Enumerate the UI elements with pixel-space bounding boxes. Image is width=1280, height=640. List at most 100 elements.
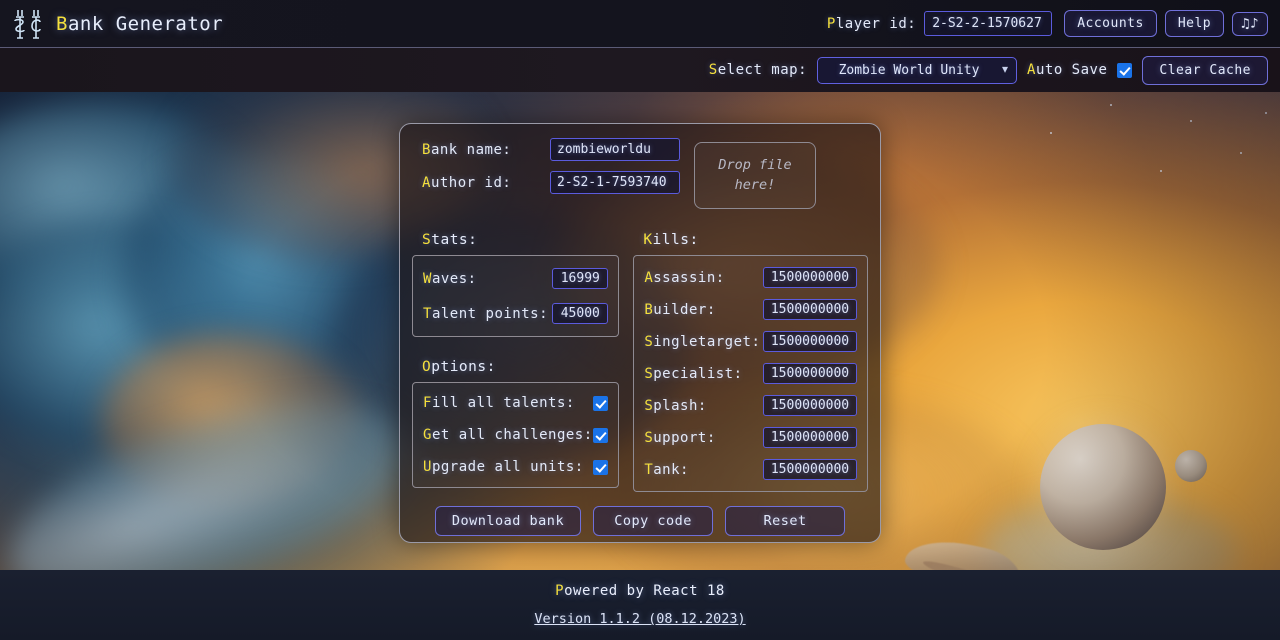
auto-save-checkbox[interactable] <box>1117 62 1133 78</box>
get-challenges-label: Get all challenges: <box>423 427 593 443</box>
map-select[interactable]: Zombie World Unity <box>817 56 1018 84</box>
option-row: Get all challenges: <box>423 427 609 443</box>
panel-columns: Stats: Waves: Talent points: Options: Fi… <box>412 232 868 492</box>
file-dropzone[interactable]: Drop file here! <box>694 142 816 209</box>
select-map-label: Select map: <box>709 62 807 78</box>
upgrade-units-label-text: pgrade all units: <box>431 459 584 475</box>
footer: Powered by React 18 Version 1.1.2 (08.12… <box>0 570 1280 640</box>
splash-input[interactable] <box>763 395 857 416</box>
copy-code-button[interactable]: Copy code <box>593 506 714 536</box>
author-id-row: Author id: <box>422 171 680 194</box>
kill-row: Specialist: <box>644 363 857 384</box>
auto-save-label: Auto Save <box>1027 62 1107 78</box>
download-bank-button[interactable]: Download bank <box>434 506 582 536</box>
fill-all-talents-checkbox[interactable] <box>593 395 609 411</box>
tank-label: Tank: <box>644 462 689 478</box>
clear-cache-button[interactable]: Clear Cache <box>1142 55 1268 85</box>
upgrade-units-label: Upgrade all units: <box>423 459 584 475</box>
top-header-bar: Bank Generator Player id: Accounts Help … <box>0 0 1280 48</box>
assassin-input[interactable] <box>763 267 857 288</box>
fill-talents-label-initial: F <box>423 395 432 411</box>
specialist-input[interactable] <box>763 363 857 384</box>
app-root: Bank Generator Player id: Accounts Help … <box>0 0 1280 640</box>
page-title: Bank Generator <box>56 13 223 35</box>
bank-name-input[interactable] <box>550 138 680 161</box>
upgrade-all-units-checkbox[interactable] <box>593 459 609 475</box>
dropzone-text: Drop file here! <box>718 156 791 195</box>
singletarget-label-initial: S <box>644 333 654 350</box>
map-select-wrapper: Zombie World Unity ▼ <box>817 56 1018 84</box>
get-challenges-label-initial: G <box>423 427 432 443</box>
panel-actions: Download bank Copy code Reset <box>412 506 868 536</box>
talent-points-input[interactable] <box>552 303 609 324</box>
kills-heading-text: ills: <box>652 232 699 248</box>
talent-points-label-text: alent points: <box>431 305 549 322</box>
stats-box: Waves: Talent points: <box>412 255 620 337</box>
title-text: ank Generator <box>67 12 224 35</box>
singletarget-label-text: ingletarget: <box>653 333 761 350</box>
title-initial: B <box>56 12 68 35</box>
get-all-challenges-checkbox[interactable] <box>593 427 609 443</box>
builder-input[interactable] <box>763 299 857 320</box>
specialist-label-initial: S <box>644 365 654 382</box>
dropzone-line1: Drop file <box>718 156 792 173</box>
upgrade-units-label-initial: U <box>423 459 432 475</box>
author-id-label-initial: A <box>422 174 431 191</box>
option-row: Upgrade all units: <box>423 459 609 475</box>
help-button[interactable]: Help <box>1164 10 1225 37</box>
stat-row: Waves: <box>423 268 609 289</box>
waves-label-initial: W <box>423 270 432 287</box>
fill-talents-label: Fill all talents: <box>423 395 575 411</box>
auto-save-label-initial: A <box>1027 62 1036 78</box>
waves-label-text: aves: <box>431 270 477 287</box>
specialist-label: Specialist: <box>644 366 742 382</box>
version-link[interactable]: Version 1.1.2 (08.12.2023) <box>534 611 745 627</box>
bank-name-label-text: ank name: <box>430 141 512 158</box>
kills-heading: Kills: <box>643 232 868 248</box>
select-map-label-text: elect map: <box>717 62 808 78</box>
music-icon[interactable]: ♫♪ <box>1232 11 1268 36</box>
tank-label-initial: T <box>644 461 654 478</box>
kill-row: Tank: <box>644 459 857 480</box>
bank-name-row: Bank name: <box>422 138 680 161</box>
tank-label-text: ank: <box>653 461 689 478</box>
talent-points-label: Talent points: <box>423 305 548 322</box>
tank-input[interactable] <box>763 459 857 480</box>
assassin-label-initial: A <box>644 269 654 286</box>
support-label-text: upport: <box>653 429 716 446</box>
waves-input[interactable] <box>552 268 609 289</box>
stats-heading-initial: S <box>422 232 432 248</box>
get-challenges-label-text: et all challenges: <box>431 427 593 443</box>
kills-column: Kills: Assassin: Builder: Singletarget: <box>633 232 868 492</box>
splash-label-text: plash: <box>653 397 707 414</box>
author-id-input[interactable] <box>550 171 680 194</box>
options-heading: Options: <box>422 359 619 375</box>
player-id-input[interactable] <box>924 11 1053 36</box>
identity-section: Bank name: Author id: Drop file here! <box>412 138 868 209</box>
options-heading-initial: O <box>422 359 432 375</box>
powered-by-initial: P <box>555 583 565 599</box>
powered-by-text: Powered by React 18 <box>555 583 725 599</box>
support-label-initial: S <box>644 429 654 446</box>
bank-generator-panel: Bank name: Author id: Drop file here! Sta… <box>399 123 881 543</box>
author-id-label-text: uthor id: <box>430 174 512 191</box>
auto-save-label-text: uto Save <box>1035 62 1108 78</box>
assassin-label-text: ssassin: <box>653 269 725 286</box>
identity-fields: Bank name: Author id: <box>412 138 680 209</box>
reset-button[interactable]: Reset <box>725 506 846 536</box>
powered-by-rest: owered by React 18 <box>564 583 725 599</box>
builder-label-initial: B <box>644 301 654 318</box>
kill-row: Assassin: <box>644 267 857 288</box>
player-id-label-text: layer id: <box>835 15 917 32</box>
splash-label: Splash: <box>644 398 707 414</box>
talent-points-label-initial: T <box>423 305 432 322</box>
builder-label-text: uilder: <box>653 301 716 318</box>
support-input[interactable] <box>763 427 857 448</box>
waves-label: Waves: <box>423 271 541 287</box>
singletarget-input[interactable] <box>763 331 857 352</box>
fill-talents-label-text: ill all talents: <box>431 395 575 411</box>
accounts-button[interactable]: Accounts <box>1064 10 1157 37</box>
select-map-label-initial: S <box>708 62 718 78</box>
kills-box: Assassin: Builder: Singletarget: Special… <box>633 255 868 492</box>
stats-heading-text: tats: <box>431 232 478 248</box>
